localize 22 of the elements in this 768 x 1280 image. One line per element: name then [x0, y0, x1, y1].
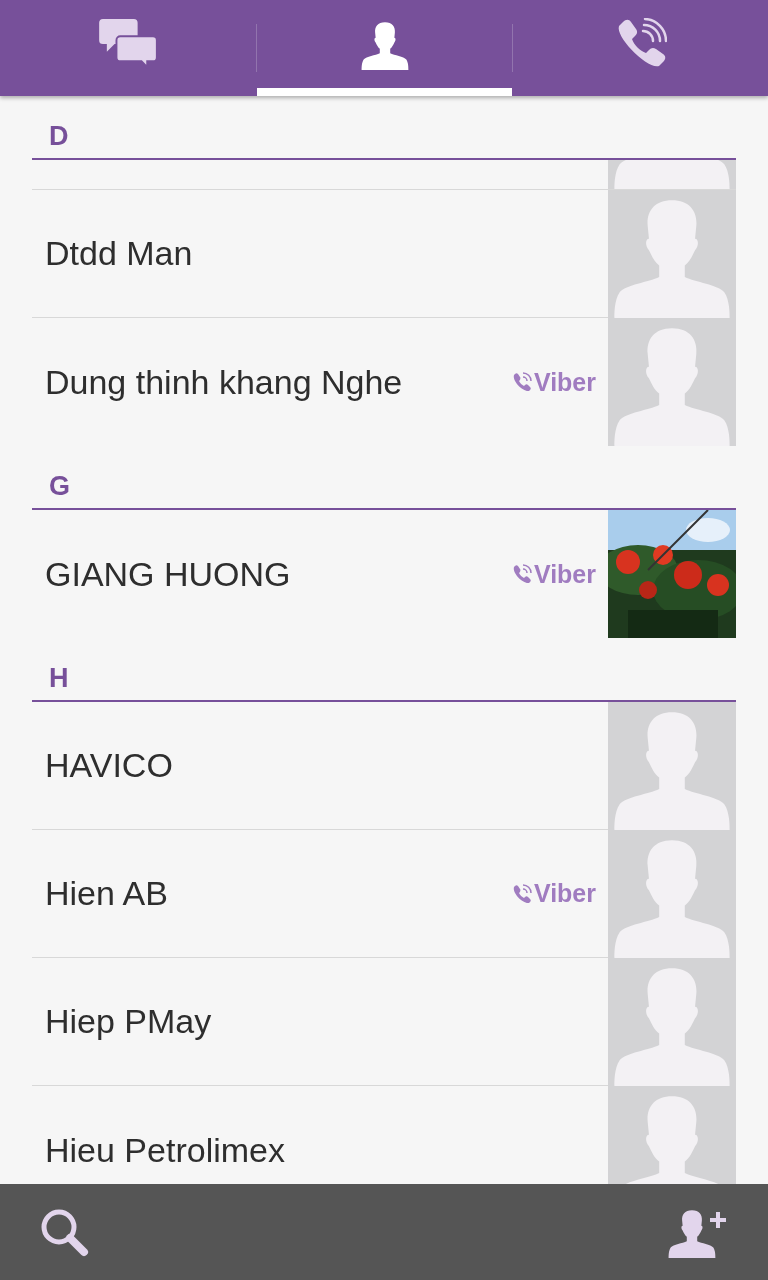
contact-row[interactable]: Hiep PMay	[32, 958, 736, 1086]
contact-row[interactable]: HAVICO	[32, 702, 736, 830]
contact-row[interactable]: Dtdd Man	[32, 190, 736, 318]
viber-label: Viber	[533, 881, 596, 906]
contact-name: Hien AB	[44, 873, 169, 914]
viber-label: Viber	[533, 561, 596, 587]
section-letter: G	[49, 473, 70, 500]
phone-icon	[511, 564, 532, 584]
section-letter: H	[49, 665, 69, 692]
phone-icon	[511, 372, 532, 392]
contact-row[interactable]: Hien AB Viber	[32, 830, 736, 958]
contact-name: Hiep PMay	[44, 1001, 213, 1042]
viber-label: Viber	[533, 369, 596, 395]
section-letter: D	[49, 123, 69, 150]
contact-name: GIANG HUONG	[44, 553, 292, 595]
contact-name: Hieu Petrolimex	[44, 1129, 286, 1171]
contact-name: Dung thinh khang Nghe	[44, 361, 404, 403]
contact-row[interactable]: GIANG HUONG Viber	[32, 510, 736, 638]
contact-name: HAVICO	[44, 745, 174, 786]
phone-icon	[511, 883, 532, 904]
contact-row[interactable]: Dung thinh khang Nghe Viber	[32, 318, 736, 446]
contact-name: Dtdd Man	[44, 233, 194, 274]
